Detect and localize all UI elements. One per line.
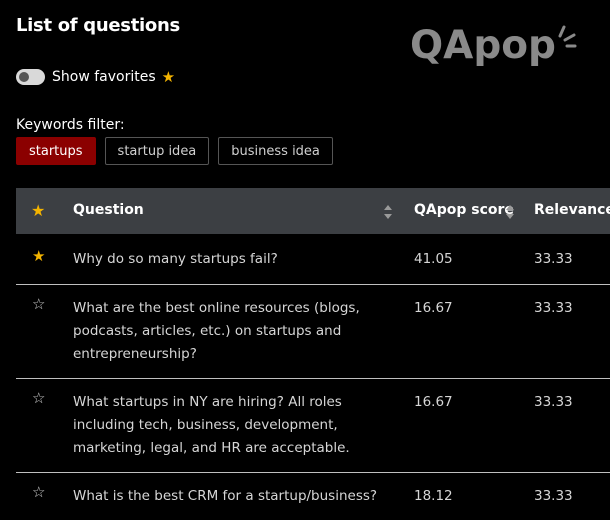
qapop-score: 16.67	[414, 300, 453, 316]
table-row: ☆ What is the best CRM for a startup/bus…	[16, 473, 610, 520]
sort-question-icon[interactable]	[383, 204, 393, 220]
qapop-score: 41.05	[414, 251, 453, 267]
question-link[interactable]: Why do so many startups fail?	[73, 248, 363, 271]
page-title: List of questions	[16, 15, 180, 36]
favorite-star-outline-icon[interactable]: ☆	[32, 389, 45, 407]
favorite-star-icon[interactable]: ★	[32, 247, 45, 265]
favorite-star-outline-icon[interactable]: ☆	[32, 483, 45, 501]
show-favorites-row: Show favorites ★	[16, 66, 175, 88]
show-favorites-toggle[interactable]	[16, 69, 45, 85]
page: List of questions QApop Show favorites ★…	[0, 0, 610, 520]
toggle-knob	[19, 72, 29, 82]
relevance-value: 33.33	[534, 300, 573, 316]
relevance-value: 33.33	[534, 394, 573, 410]
chip-startups[interactable]: startups	[16, 137, 96, 165]
sort-score-icon[interactable]	[505, 204, 515, 220]
relevance-value: 33.33	[534, 488, 573, 504]
logo-text: QApop	[410, 23, 556, 68]
chip-startup-idea[interactable]: startup idea	[104, 137, 210, 165]
logo-rays-icon	[558, 25, 577, 48]
favorite-star-outline-icon[interactable]: ☆	[32, 295, 45, 313]
question-link[interactable]: What is the best CRM for a startup/busin…	[73, 485, 393, 508]
star-icon: ★	[161, 68, 176, 86]
keywords-filter-label: Keywords filter:	[16, 117, 125, 133]
relevance-value: 33.33	[534, 251, 573, 267]
keyword-chips: startups startup idea business idea	[16, 137, 333, 165]
questions-table: ★ Question QApop score Relevance ★ Why d…	[16, 188, 610, 520]
favorite-column-header-icon[interactable]: ★	[16, 201, 72, 220]
chip-business-idea[interactable]: business idea	[218, 137, 333, 165]
table-header: ★ Question QApop score Relevance	[16, 188, 610, 234]
qapop-score: 16.67	[414, 394, 453, 410]
qapop-logo: QApop	[410, 22, 578, 70]
question-column-header[interactable]: Question	[73, 202, 413, 218]
relevance-column-header[interactable]: Relevance	[534, 202, 610, 218]
question-link[interactable]: What are the best online resources (blog…	[73, 297, 363, 366]
table-row: ☆ What startups in NY are hiring? All ro…	[16, 379, 610, 473]
question-link[interactable]: What startups in NY are hiring? All role…	[73, 391, 363, 460]
qapop-score: 18.12	[414, 488, 453, 504]
show-favorites-label: Show favorites	[52, 69, 156, 85]
table-row: ★ Why do so many startups fail? 41.05 33…	[16, 234, 610, 285]
table-row: ☆ What are the best online resources (bl…	[16, 285, 610, 379]
